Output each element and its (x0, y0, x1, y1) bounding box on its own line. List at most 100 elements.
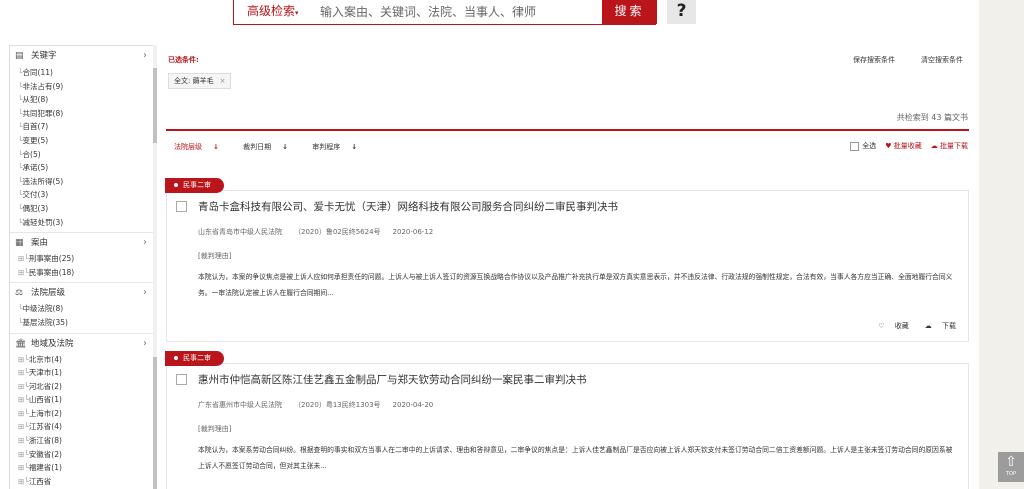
scrollbar-thumb[interactable] (153, 68, 157, 143)
count-prefix: 共检索到 (896, 113, 929, 122)
dot-icon (174, 183, 178, 187)
sidebar-item-list: ⊞└北京市(4) ⊞└天津市(1) ⊞└河北省(2) ⊞└山西省(1) ⊞└上海市(2)… (10, 353, 154, 489)
sidebar-item[interactable]: └共同犯罪(8) (18, 107, 154, 121)
case-meta: 山东省青岛市中级人民法院 （2020）鲁02民终5624号 2020-06-12 (198, 227, 445, 237)
sidebar-item[interactable]: ⊞└江苏省(4) (18, 420, 154, 434)
tree-branch-icon: ⊞└ (18, 267, 29, 277)
save-search-button[interactable]: 保存搜索条件 (853, 55, 895, 65)
case-actions: ♡ 收藏 ☁ 下载 (862, 321, 956, 331)
sidebar-item[interactable]: └偶犯(3) (18, 202, 154, 216)
bulk-actions: 全选 ♥ 批量收藏 ☁ 批量下载 (850, 141, 968, 151)
chevron-right-icon[interactable]: › (143, 283, 147, 303)
heart-icon: ♥ (885, 142, 892, 150)
tree-branch-icon: ⊞└ (18, 381, 29, 391)
tree-branch-icon: ⊞└ (18, 368, 29, 378)
sidebar-item[interactable]: └变更(5) (18, 134, 154, 148)
case-checkbox[interactable] (176, 201, 187, 212)
sidebar-item[interactable]: ⊞└北京市(4) (18, 353, 154, 367)
sidebar-section-header[interactable]: ▤ 关键字 › (10, 46, 154, 66)
advanced-search-dropdown[interactable]: 高级检索▾ (234, 0, 307, 24)
sidebar-item[interactable]: ⊞└江西省 (18, 475, 154, 489)
sidebar-item[interactable]: └自首(7) (18, 120, 154, 134)
sidebar-item[interactable]: ⊞└民事案由(18) (18, 266, 154, 280)
sidebar-section-header[interactable]: ⚖ 法院层级 › (10, 282, 154, 302)
sidebar-section-title: 地域及法院 (31, 338, 74, 349)
sidebar-item[interactable]: └非法占有(9) (18, 80, 154, 94)
sidebar-item-label: 非法占有(9) (22, 81, 64, 91)
select-all-checkbox[interactable] (850, 141, 860, 151)
collect-button[interactable]: ♡ 收藏 (870, 322, 909, 330)
chevron-right-icon[interactable]: › (143, 46, 147, 66)
scrollbar-thumb[interactable] (153, 357, 157, 489)
bulk-download-button[interactable]: ☁ 批量下载 (931, 141, 968, 151)
sidebar-item[interactable]: ⊞└河北省(2) (18, 380, 154, 394)
download-label: 下载 (942, 322, 956, 330)
case-reason-label: [裁判理由] (198, 425, 232, 433)
case-type-label: 民事二审 (183, 181, 211, 189)
condition-tag-text: 全文: 薅羊毛 (174, 77, 214, 85)
sort-judge-date[interactable]: 裁判日期 ↓ (243, 143, 299, 151)
clear-search-button[interactable]: 清空搜索条件 (921, 55, 963, 65)
case-title-link[interactable]: 青岛卡盒科技有限公司、爱卡无忧（天津）网络科技有限公司服务合同纠纷二审民事判决书 (198, 199, 618, 214)
sidebar-item[interactable]: └交付(3) (18, 188, 154, 202)
sidebar-item[interactable]: ⊞└上海市(2) (18, 407, 154, 421)
download-button[interactable]: ☁ 下载 (917, 322, 956, 330)
sidebar-item[interactable]: ⊞└山西省(1) (18, 393, 154, 407)
sidebar-item[interactable]: ⊞└安徽省(2) (18, 448, 154, 462)
sort-court-level[interactable]: 法院层级 ↓ (174, 143, 230, 151)
sidebar-item[interactable]: ⊞└浙江省(8) (18, 434, 154, 448)
help-button[interactable]: ? (667, 0, 696, 24)
tree-branch-icon: ⊞└ (18, 436, 29, 446)
sidebar-item[interactable]: └基层法院(35) (18, 316, 154, 330)
tree-branch-icon: ⊞└ (18, 422, 29, 432)
courthouse-icon: 🏛 (15, 338, 27, 349)
sidebar-item[interactable]: ⊞└天津市(1) (18, 366, 154, 380)
sidebar-item-list: └中级法院(8) └基层法院(35) (10, 302, 154, 332)
bulk-download-label: 批量下载 (940, 142, 968, 150)
sidebar-item[interactable]: └合(5) (18, 148, 154, 162)
sidebar-item-label: 合(5) (22, 149, 41, 159)
sidebar-section-header[interactable]: ▦ 案由 › (10, 232, 154, 252)
sidebar-item[interactable]: └从犯(8) (18, 93, 154, 107)
sidebar-item[interactable]: ⊞└福建省(1) (18, 461, 154, 475)
case-checkbox[interactable] (176, 374, 187, 385)
sidebar-item-label: 基层法院(35) (22, 317, 68, 327)
chevron-right-icon[interactable]: › (143, 233, 147, 253)
sidebar-item-label: 福建省(1) (28, 463, 62, 473)
results-panel: 已选条件: 保存搜索条件 清空搜索条件 全文: 薅羊毛 × 共检索到 43 篇文书… (165, 45, 969, 489)
count-number: 43 (931, 113, 942, 122)
tree-branch-icon: ⊞└ (18, 408, 29, 418)
search-input[interactable] (320, 3, 590, 21)
condition-tag: 全文: 薅羊毛 × (168, 73, 232, 89)
sidebar-item[interactable]: └违法所得(5) (18, 175, 154, 189)
select-all-label: 全选 (862, 142, 877, 150)
list-icon: ▦ (15, 238, 24, 249)
sidebar-item-label: 上海市(2) (28, 408, 62, 418)
sidebar-item-label: 合同(11) (22, 68, 53, 77)
tree-branch-icon: ⊞└ (18, 476, 29, 486)
search-button[interactable]: 搜索 (602, 0, 657, 24)
sidebar-section-header[interactable]: 🏛 地域及法院 › (10, 332, 154, 354)
sort-procedure[interactable]: 审判程序 ↓ (312, 143, 368, 151)
sidebar-item-list: ⊞└刑事案由(25) ⊞└民事案由(18) (10, 252, 154, 282)
sidebar-scrollbar[interactable] (153, 45, 157, 489)
sidebar-item[interactable]: ⊞└刑事案由(25) (18, 252, 154, 266)
close-icon[interactable]: × (220, 77, 226, 85)
sidebar-item[interactable]: └中级法院(8) (18, 302, 154, 316)
sidebar-item-label: 浙江省(8) (28, 436, 62, 446)
sort-judge-date-label: 裁判日期 (243, 143, 272, 151)
sidebar-item-label: 江西省 (28, 476, 52, 486)
sidebar-item[interactable]: └合同(11) (18, 66, 154, 80)
document-icon: ▤ (15, 51, 24, 61)
result-count: 共检索到 43 篇文书 (897, 112, 968, 123)
select-all[interactable]: 全选 (850, 141, 876, 151)
sidebar-item-label: 北京市(4) (28, 354, 62, 364)
case-number: （2020）鲁02民终5624号 (294, 228, 381, 236)
sidebar-item[interactable]: └减轻处罚(3) (18, 216, 154, 230)
sidebar-item-label: 安徽省(2) (28, 449, 62, 459)
sidebar-item[interactable]: └承诺(5) (18, 161, 154, 175)
case-title-link[interactable]: 惠州市仲恺高新区陈江佳艺鑫五金制品厂与郑天钦劳动合同纠纷一案民事二审判决书 (198, 372, 587, 387)
bulk-collect-button[interactable]: ♥ 批量收藏 (885, 141, 922, 151)
chevron-right-icon[interactable]: › (143, 334, 147, 354)
back-to-top-button[interactable]: ⇧ TOP (998, 452, 1024, 482)
